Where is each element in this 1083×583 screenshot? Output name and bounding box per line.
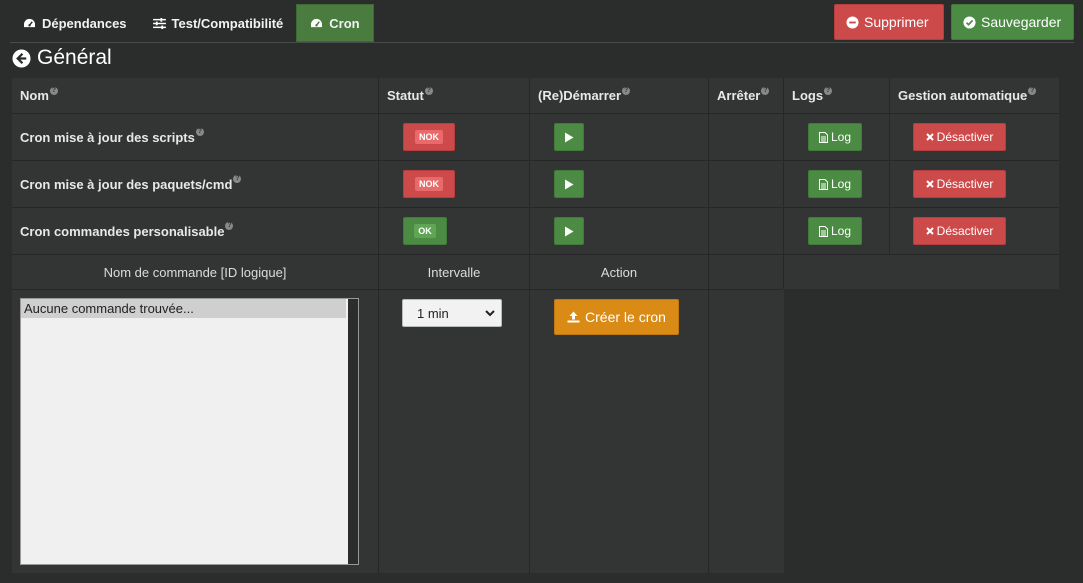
help-icon[interactable]: ?	[761, 86, 770, 95]
header-logs: Logs?	[792, 86, 833, 103]
help-icon[interactable]: ?	[824, 86, 833, 95]
header-restart: (Re)Démarrer?	[538, 86, 631, 103]
section-title-text: Général	[37, 46, 112, 69]
help-icon[interactable]: ?	[195, 128, 204, 136]
table-row-name: Cron mise à jour des paquets/cmd?	[20, 175, 242, 192]
minus-circle-icon	[846, 15, 859, 29]
file-icon	[818, 225, 828, 237]
create-cron-label: Créer le cron	[585, 309, 666, 325]
log-button[interactable]: Log	[808, 170, 862, 198]
header-command-name: Nom de commande [ID logique]	[103, 264, 287, 280]
tab-label: Cron	[329, 15, 360, 31]
empty-area	[784, 289, 1059, 573]
header-interval: Intervalle	[427, 264, 481, 280]
table-row-name: Cron mise à jour des scripts?	[20, 128, 204, 145]
dashboard-icon	[24, 18, 35, 27]
cron-table: Nom? Statut? (Re)Démarrer? Arrêter? Logs…	[12, 78, 1059, 573]
header-name: Nom?	[20, 86, 58, 103]
chevron-down-icon	[485, 310, 495, 317]
list-item[interactable]: Aucune commande trouvée...	[21, 299, 346, 318]
save-button[interactable]: Sauvegarder	[951, 4, 1074, 40]
table-row-name: Cron commandes personalisable?	[20, 222, 234, 239]
restart-button[interactable]	[554, 123, 584, 151]
scrollbar[interactable]	[348, 299, 358, 564]
header-action: Action	[600, 264, 638, 280]
restart-button[interactable]	[554, 217, 584, 245]
help-icon[interactable]: ?	[424, 86, 433, 95]
status-badge[interactable]: NOK	[403, 170, 455, 198]
check-circle-icon	[963, 15, 976, 29]
deactivate-button[interactable]: Désactiver	[913, 123, 1006, 151]
sliders-icon	[152, 17, 166, 29]
help-icon[interactable]: ?	[49, 86, 58, 95]
close-icon	[925, 227, 934, 235]
tab-dependances[interactable]: Dépendances	[10, 4, 140, 42]
file-icon	[818, 131, 828, 143]
command-list[interactable]: Aucune commande trouvée...	[20, 298, 359, 565]
status-badge[interactable]: NOK	[403, 123, 455, 151]
interval-value: 1 min	[417, 305, 449, 321]
interval-select[interactable]: 1 min	[402, 299, 502, 327]
play-icon	[565, 132, 574, 142]
help-icon[interactable]: ?	[1028, 86, 1037, 95]
play-icon	[565, 179, 574, 189]
close-icon	[925, 180, 934, 188]
log-button[interactable]: Log	[808, 123, 862, 151]
help-icon[interactable]: ?	[622, 86, 631, 95]
tab-cron[interactable]: Cron	[296, 4, 374, 42]
close-icon	[925, 133, 934, 141]
header-stop: Arrêter?	[717, 86, 770, 103]
help-icon[interactable]: ?	[225, 222, 234, 230]
header-auto: Gestion automatique?	[898, 86, 1037, 103]
delete-label: Supprimer	[864, 14, 929, 30]
tab-label: Dépendances	[42, 15, 127, 31]
upload-icon	[567, 311, 580, 323]
log-button[interactable]: Log	[808, 217, 862, 245]
tab-test-compatibilite[interactable]: Test/Compatibilité	[140, 4, 297, 42]
restart-button[interactable]	[554, 170, 584, 198]
tab-bar: Dépendances Test/Compatibilité Cron	[10, 4, 374, 42]
delete-button[interactable]: Supprimer	[834, 4, 944, 40]
arrow-circle-left-icon[interactable]	[12, 48, 31, 68]
play-icon	[565, 226, 574, 236]
status-badge[interactable]: OK	[403, 217, 447, 245]
file-icon	[818, 178, 828, 190]
save-label: Sauvegarder	[981, 14, 1062, 30]
deactivate-button[interactable]: Désactiver	[913, 217, 1006, 245]
section-title: Général	[12, 46, 112, 70]
deactivate-button[interactable]: Désactiver	[913, 170, 1006, 198]
dashboard-icon	[311, 18, 323, 27]
create-cron-button[interactable]: Créer le cron	[554, 299, 679, 335]
header-status: Statut?	[387, 86, 433, 103]
tab-label: Test/Compatibilité	[171, 15, 284, 31]
help-icon[interactable]: ?	[233, 175, 242, 183]
tab-divider	[10, 42, 1074, 43]
